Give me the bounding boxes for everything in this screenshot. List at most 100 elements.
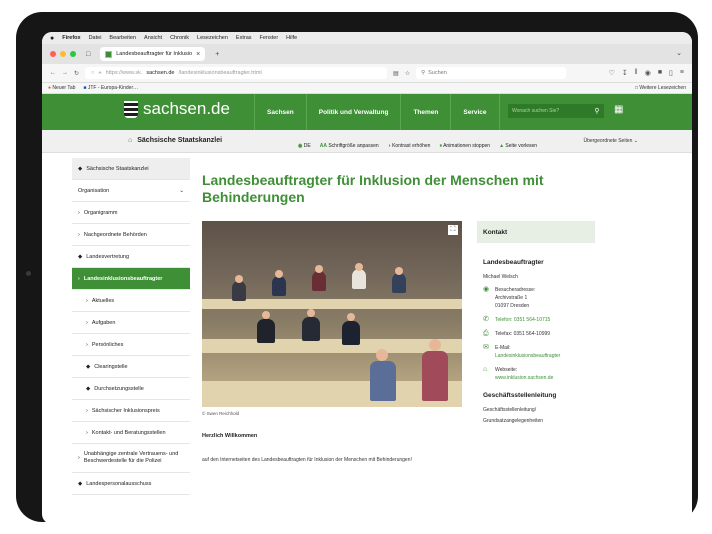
office-role: Geschäftsstellenleitung/: [483, 407, 537, 413]
download-icon[interactable]: ↧: [622, 69, 628, 77]
site-search-button[interactable]: ⚲: [590, 104, 604, 118]
person: [302, 317, 320, 341]
contact-title: Landesbeauftragter: [483, 259, 544, 266]
email-link[interactable]: Landesinklusionsbeauftragter: [495, 353, 560, 359]
menu-icon[interactable]: ≡: [680, 69, 684, 77]
back-icon[interactable]: ←: [50, 70, 56, 76]
menu-fenster[interactable]: Fenster: [260, 35, 279, 41]
puzzle-icon[interactable]: ▯: [669, 69, 673, 77]
globe-icon: ◉: [298, 143, 303, 149]
contact-address: ◉ Besucheradresse: Archivstraße 1 01097 Dr…: [483, 286, 536, 309]
nav-themen[interactable]: Themen: [401, 109, 450, 116]
website-link[interactable]: www.inklusion.sachsen.de: [495, 375, 553, 381]
other-bookmarks[interactable]: □ Weitere Lesezeichen: [635, 85, 686, 91]
reader-view-icon[interactable]: ▤: [393, 70, 399, 77]
menu-lesezeichen[interactable]: Lesezeichen: [197, 35, 228, 41]
menu-chronik[interactable]: Chronik: [170, 35, 189, 41]
url-prefix: https://www.sk.: [105, 70, 143, 76]
sidebar-item-landesvertretung[interactable]: ◆ Landesvertretung: [72, 246, 190, 268]
menu-datei[interactable]: Datei: [89, 35, 102, 41]
menu-ansicht[interactable]: Ansicht: [144, 35, 162, 41]
url-field[interactable]: ○ ⍲ https://www.sk. sachsen.de/landesinkl…: [85, 67, 388, 79]
welcome-heading: Herzlich Willkommen: [202, 433, 258, 439]
person: [312, 271, 326, 291]
sidebar-item-organisation[interactable]: Organisation ⌄: [72, 180, 190, 202]
organisation-title[interactable]: ⌂ Sächsische Staatskanzlei: [128, 137, 222, 144]
forward-icon[interactable]: →: [62, 70, 68, 76]
contact-fax: ⎙ Telefax: 0351 564-10999: [483, 330, 551, 337]
contrast-button[interactable]: ◑ Kontrast erhöhen: [388, 143, 431, 149]
desk-row: [202, 339, 462, 353]
zoom-window-button[interactable]: [70, 51, 76, 57]
menu-bearbeiten[interactable]: Bearbeiten: [109, 35, 136, 41]
sidebar-item-behoerden[interactable]: › Nachgeordnete Behörden: [72, 224, 190, 246]
expand-image-icon[interactable]: ⛶: [448, 225, 458, 235]
sidebar-item-durchsetzungsstelle[interactable]: ◆ Durchsetzungsstelle: [72, 378, 190, 400]
lock-icon[interactable]: ⍲: [98, 70, 101, 77]
page-title: Landesbeauftragter für Inklusion der Men…: [202, 172, 544, 205]
read-aloud-button[interactable]: ▲ Seite vorlesen: [499, 143, 537, 149]
browser-tabbar: □ Landesbeauftragter für Inklusio × + ⌄: [42, 44, 692, 64]
language-switch[interactable]: ◉ DE: [298, 143, 311, 149]
person: [342, 321, 360, 345]
sidebar-item-landespersonalausschuss[interactable]: ◆ Landespersonalausschuss: [72, 473, 190, 495]
browser-tab[interactable]: Landesbeauftragter für Inklusio ×: [100, 47, 206, 61]
extension-icon[interactable]: ■: [658, 69, 662, 77]
account-icon[interactable]: ◉: [645, 69, 651, 77]
sidebar-item-organigramm[interactable]: › Organigramm: [72, 202, 190, 224]
sidebar-item-beschwerdestelle-polizei[interactable]: › Unabhängige zentrale Vertrauens- und Be…: [72, 444, 190, 473]
tab-close-icon[interactable]: ×: [196, 51, 200, 58]
pocket-icon[interactable]: ♡: [609, 69, 615, 77]
contact-box: Kontakt Landesbeauftragter Michael Welsc…: [477, 221, 595, 424]
contact-name: Michael Welsch: [483, 274, 518, 280]
organisation-name: Sächsische Staatskanzlei: [137, 137, 223, 144]
site-search-input[interactable]: Wonach suchen Sie?: [508, 104, 590, 118]
minimize-window-button[interactable]: [60, 51, 66, 57]
pause-icon: ⏸: [439, 143, 442, 149]
new-tab-icon[interactable]: +: [215, 51, 219, 58]
favicon-icon: [105, 50, 113, 58]
url-domain: sachsen.de: [146, 70, 175, 76]
person: [272, 276, 286, 296]
nav-sachsen[interactable]: Sachsen: [255, 109, 306, 116]
sidebar-item-staatskanzlei[interactable]: ◆ Sächsische Staatskanzlei: [72, 158, 190, 180]
sidebar-toggle-icon[interactable]: □: [86, 51, 90, 58]
tab-list-chevron-icon[interactable]: ⌄: [676, 49, 682, 57]
sidebar-item-aktuelles[interactable]: › Aktuelles: [72, 290, 190, 312]
office-sub: Grundsatzangelegenheiten: [483, 418, 544, 424]
close-window-button[interactable]: [50, 51, 56, 57]
library-icon[interactable]: ‖: [635, 69, 638, 77]
sidebar-item-beratungsstellen[interactable]: › Kontakt- und Beratungsstellen: [72, 422, 190, 444]
grid-menu-icon[interactable]: ▦: [614, 104, 623, 115]
bookmark-star-icon[interactable]: ☆: [405, 70, 410, 77]
welcome-text: auf den Internetseiten des Landesbeauftr…: [202, 457, 412, 463]
bookmarks-bar: ● Neuer Tab ■ JTF - Europa-Kinder… □ Wei…: [42, 83, 692, 94]
bookmark-new-tab[interactable]: ● Neuer Tab: [48, 85, 75, 91]
bookmark-jtf[interactable]: ■ JTF - Europa-Kinder…: [83, 85, 138, 91]
main-content: Landesbeauftragter für Inklusion der Men…: [202, 172, 552, 206]
sidebar-item-aufgaben[interactable]: › Aufgaben: [72, 312, 190, 334]
sachsen-logo[interactable]: sachsen.de: [124, 99, 230, 119]
window-controls: [50, 51, 76, 57]
shield-icon[interactable]: ○: [91, 70, 94, 76]
animations-button[interactable]: ⏸ Animationen stoppen: [439, 143, 490, 149]
speaker-icon: ▲: [499, 143, 505, 149]
sidebar-item-clearingstelle[interactable]: ◆ Clearingstelle: [72, 356, 190, 378]
nav-politik-verwaltung[interactable]: Politik und Verwaltung: [307, 109, 401, 116]
reload-icon[interactable]: ↻: [74, 70, 79, 77]
menu-hilfe[interactable]: Hilfe: [286, 35, 297, 41]
sidebar-item-persoenliches[interactable]: › Persönliches: [72, 334, 190, 356]
menu-app-name[interactable]: Firefox: [62, 35, 80, 41]
accessibility-tools: ◉ DE AA Schriftgröße anpassen ◑ Kontrast…: [298, 143, 537, 149]
font-size-button[interactable]: AA Schriftgröße anpassen: [320, 143, 379, 149]
apple-icon[interactable]: ●: [50, 35, 54, 42]
sidebar-item-landesinklusionsbeauftragter[interactable]: › Landesinklusionsbeauftragter: [72, 268, 190, 290]
nav-service[interactable]: Service: [451, 109, 498, 116]
browser-search-field[interactable]: ⚲ Suchen: [416, 67, 567, 79]
organisation-header: ⌂ Sächsische Staatskanzlei Übergeordnete…: [42, 130, 692, 153]
parent-pages-dropdown[interactable]: Übergeordnete Seiten ⌄: [583, 138, 638, 144]
sidebar-item-inklusionspreis[interactable]: › Sächsischer Inklusionspreis: [72, 400, 190, 422]
menu-extras[interactable]: Extras: [236, 35, 252, 41]
font-size-icon: AA: [319, 143, 327, 149]
office-title: Geschäftsstellenleitung: [483, 392, 557, 399]
